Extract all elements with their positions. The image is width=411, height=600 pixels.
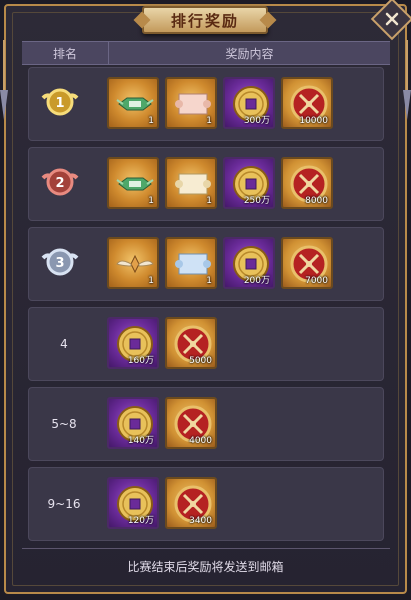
- item-quantity: 300万: [243, 116, 270, 126]
- rank-badge-icon: 2: [39, 162, 81, 204]
- rewards-column-header: 奖励内容: [225, 46, 274, 61]
- rank-badge-icon: 1: [39, 82, 81, 124]
- reward-item-slot[interactable]: 120万: [107, 477, 159, 529]
- item-quantity: 1: [148, 196, 154, 206]
- reward-row: 2 1 1 250万 8000: [28, 147, 384, 221]
- item-quantity: 120万: [127, 516, 154, 526]
- reward-items: 1 1 300万 10000: [107, 77, 333, 129]
- reward-item-slot[interactable]: 4000: [165, 397, 217, 449]
- item-quantity: 160万: [127, 356, 154, 366]
- reward-item-slot[interactable]: 200万: [223, 237, 275, 289]
- reward-row: 3 1 1 200万 7000: [28, 227, 384, 301]
- item-quantity: 1: [206, 196, 212, 206]
- item-quantity: 140万: [127, 436, 154, 446]
- item-quantity: 250万: [243, 196, 270, 206]
- right-tassel-icon: [403, 40, 411, 120]
- item-quantity: 200万: [243, 276, 270, 286]
- reward-item-slot[interactable]: 1: [107, 237, 159, 289]
- item-quantity: 5000: [189, 356, 212, 366]
- title-plate: 排行奖励: [142, 6, 268, 34]
- reward-item-slot[interactable]: 1: [165, 157, 217, 209]
- item-quantity: 1: [148, 276, 154, 286]
- close-icon: [385, 12, 399, 26]
- rank-badge-icon: 3: [39, 242, 81, 284]
- rank-label: 5~8: [51, 417, 77, 431]
- rank-number: 2: [55, 176, 64, 191]
- reward-item-slot[interactable]: 1: [165, 77, 217, 129]
- reward-item-slot[interactable]: 250万: [223, 157, 275, 209]
- reward-item-slot[interactable]: 1: [165, 237, 217, 289]
- reward-row: 9~16 120万 3400: [28, 467, 384, 541]
- reward-item-slot[interactable]: 140万: [107, 397, 159, 449]
- reward-items: 160万 5000: [107, 317, 217, 369]
- reward-item-slot[interactable]: 10000: [281, 77, 333, 129]
- rank-number: 1: [55, 96, 64, 111]
- item-quantity: 4000: [189, 436, 212, 446]
- reward-items: 1 1 250万 8000: [107, 157, 333, 209]
- reward-row: 5~8 140万 4000: [28, 387, 384, 461]
- table-header: 排名 奖励内容: [22, 41, 390, 65]
- rank-label: 9~16: [47, 497, 81, 511]
- reward-items: 1 1 200万 7000: [107, 237, 333, 289]
- reward-item-slot[interactable]: 300万: [223, 77, 275, 129]
- reward-item-slot[interactable]: 7000: [281, 237, 333, 289]
- reward-item-slot[interactable]: 1: [107, 157, 159, 209]
- reward-item-slot[interactable]: 5000: [165, 317, 217, 369]
- footer-notice: 比赛结束后奖励将发送到邮箱: [127, 559, 284, 574]
- reward-row: 1 1 1 300万 10000: [28, 67, 384, 141]
- item-quantity: 7000: [305, 276, 328, 286]
- reward-row: 4 160万 5000: [28, 307, 384, 381]
- item-quantity: 10000: [299, 116, 328, 126]
- reward-items: 140万 4000: [107, 397, 217, 449]
- reward-item-slot[interactable]: 3400: [165, 477, 217, 529]
- item-quantity: 8000: [305, 196, 328, 206]
- reward-item-slot[interactable]: 160万: [107, 317, 159, 369]
- reward-item-slot[interactable]: 1: [107, 77, 159, 129]
- item-quantity: 3400: [189, 516, 212, 526]
- item-quantity: 1: [206, 276, 212, 286]
- rank-column-header: 排名: [22, 42, 109, 64]
- footer-divider: [22, 548, 390, 549]
- item-quantity: 1: [148, 116, 154, 126]
- rank-label: 4: [60, 337, 68, 351]
- rank-number: 3: [55, 256, 64, 271]
- left-tassel-icon: [0, 40, 8, 120]
- page-title: 排行奖励: [170, 11, 239, 30]
- reward-item-slot[interactable]: 8000: [281, 157, 333, 209]
- item-quantity: 1: [206, 116, 212, 126]
- reward-items: 120万 3400: [107, 477, 217, 529]
